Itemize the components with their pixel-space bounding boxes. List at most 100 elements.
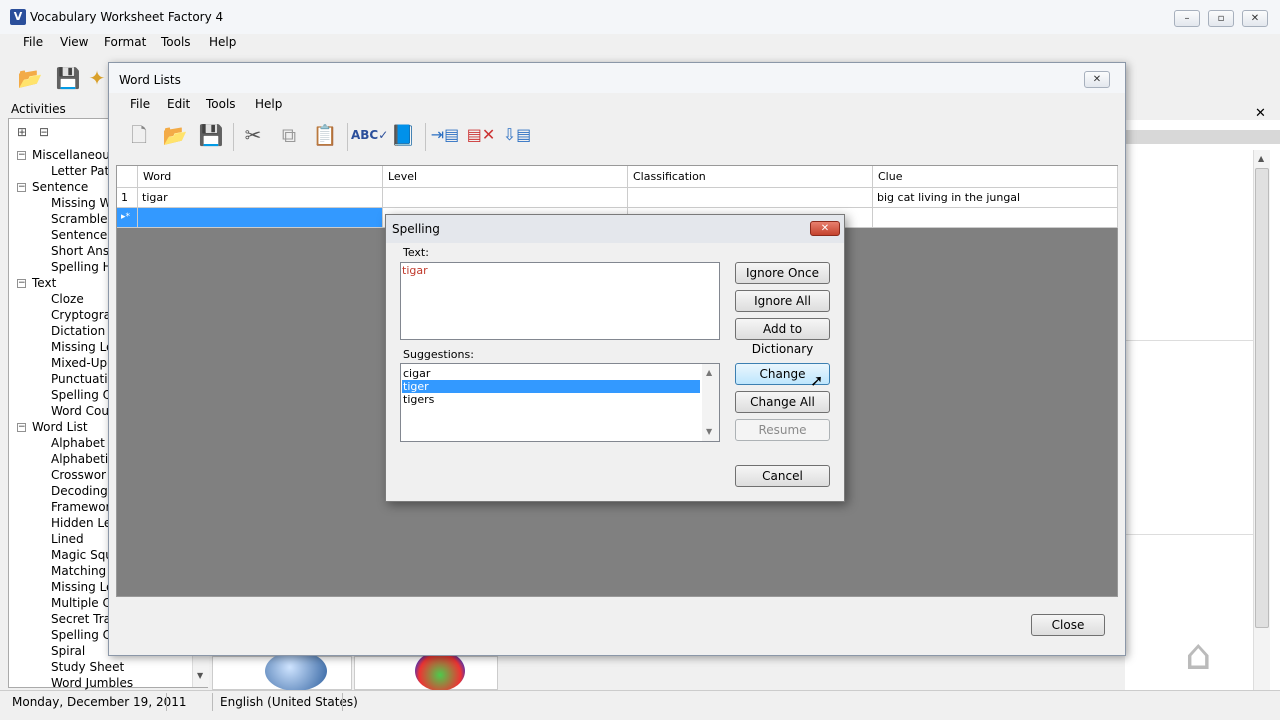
tree-activity[interactable]: Letter Pat: [51, 164, 109, 178]
cell-word[interactable]: tigar: [138, 188, 383, 208]
document-scrollbar[interactable]: ▲: [1253, 150, 1270, 690]
tree-activity[interactable]: Spelling C: [51, 628, 111, 642]
suggestion-item[interactable]: cigar: [402, 367, 700, 380]
people-icon[interactable]: [415, 651, 465, 691]
import-icon[interactable]: ⇩▤: [501, 119, 533, 151]
tree-activity[interactable]: Short Ans: [51, 244, 109, 258]
tree-activity[interactable]: Punctuatio: [51, 372, 115, 386]
suggestion-item-selected[interactable]: tiger: [402, 380, 700, 393]
tree-activity[interactable]: Crosswor: [51, 468, 106, 482]
suggestions-scrollbar[interactable]: ▲ ▼: [702, 364, 719, 441]
suggestions-list[interactable]: cigar tiger tigers ▲ ▼: [400, 363, 720, 442]
new-document-icon[interactable]: 🗋: [123, 119, 155, 151]
tree-activity[interactable]: Study Sheet: [51, 660, 124, 674]
scroll-up-icon[interactable]: ▲: [706, 368, 712, 377]
wand-icon[interactable]: ✦: [86, 62, 108, 94]
tree-activity[interactable]: Framewor: [51, 500, 110, 514]
tree-activity[interactable]: Cryptogra: [51, 308, 111, 322]
ignore-all-button[interactable]: Ignore All: [735, 290, 830, 312]
save-icon[interactable]: 💾: [195, 119, 227, 151]
tree-activity[interactable]: Alphabet S: [51, 436, 116, 450]
close-icon[interactable]: ✕: [1242, 10, 1268, 27]
ignore-once-button[interactable]: Ignore Once: [735, 262, 830, 284]
text-box[interactable]: tigar: [400, 262, 720, 340]
tree-activity[interactable]: Matching: [51, 564, 106, 578]
scroll-down-icon[interactable]: ▼: [197, 671, 203, 680]
globe-icon[interactable]: [265, 651, 327, 691]
menu-tools[interactable]: Tools: [161, 35, 191, 49]
tree-activity[interactable]: Spelling Q: [51, 388, 112, 402]
row-number[interactable]: 1: [117, 188, 138, 208]
paste-icon[interactable]: 📋: [309, 119, 341, 151]
tree-activity[interactable]: Scramble: [51, 212, 108, 226]
tree-category[interactable]: Miscellaneous: [32, 148, 116, 162]
scroll-thumb[interactable]: [1255, 168, 1269, 628]
tree-collapse-icon[interactable]: −: [17, 423, 26, 432]
tree-activity[interactable]: Spiral: [51, 644, 85, 658]
add-to-dictionary-button[interactable]: Add to Dictionary: [735, 318, 830, 356]
save-icon[interactable]: 💾: [52, 62, 84, 94]
tree-category[interactable]: Text: [32, 276, 56, 290]
new-cell-clue[interactable]: [873, 208, 1118, 228]
insert-row-icon[interactable]: ⇥▤: [429, 119, 461, 151]
column-header-word[interactable]: Word: [138, 166, 383, 188]
menu-format[interactable]: Format: [104, 35, 146, 49]
open-folder-icon[interactable]: 📂: [14, 62, 46, 94]
copy-icon[interactable]: ⧉: [273, 119, 305, 151]
tree-activity[interactable]: Word Cou: [51, 404, 109, 418]
tree-activity[interactable]: Multiple C: [51, 596, 111, 610]
menu-file[interactable]: File: [23, 35, 43, 49]
cancel-button[interactable]: Cancel: [735, 465, 830, 487]
close-button[interactable]: Close: [1031, 614, 1105, 636]
tree-activity[interactable]: Mixed-Up: [51, 356, 107, 370]
tree-activity[interactable]: Missing Le: [51, 340, 113, 354]
wl-menu-help[interactable]: Help: [255, 97, 282, 111]
tree-activity[interactable]: Secret Tra: [51, 612, 111, 626]
wl-menu-tools[interactable]: Tools: [206, 97, 236, 111]
tree-activity[interactable]: Decoding: [51, 484, 108, 498]
scroll-up-icon[interactable]: ▲: [1258, 154, 1264, 163]
column-header-clue[interactable]: Clue: [873, 166, 1118, 188]
tree-activity[interactable]: Word Jumbles: [51, 676, 133, 690]
expand-all-icon[interactable]: ⊞: [17, 125, 27, 139]
tree-collapse-icon[interactable]: −: [17, 183, 26, 192]
wl-menu-file[interactable]: File: [130, 97, 150, 111]
tree-activity[interactable]: Missing Le: [51, 580, 113, 594]
cut-icon[interactable]: ✂: [237, 119, 269, 151]
tree-activity[interactable]: Sentence: [51, 228, 107, 242]
scroll-down-icon[interactable]: ▼: [706, 427, 712, 436]
tree-collapse-icon[interactable]: −: [17, 151, 26, 160]
column-header-classification[interactable]: Classification: [628, 166, 873, 188]
new-cell-word[interactable]: [138, 208, 383, 228]
tree-category[interactable]: Sentence: [32, 180, 88, 194]
wl-menu-edit[interactable]: Edit: [167, 97, 190, 111]
close-pane-icon[interactable]: ✕: [1255, 106, 1266, 121]
spell-check-icon[interactable]: ABC✓: [351, 119, 388, 151]
cell-clue[interactable]: big cat living in the jungal: [873, 188, 1118, 208]
tree-collapse-icon[interactable]: −: [17, 279, 26, 288]
thesaurus-icon[interactable]: 📘: [387, 119, 419, 151]
tree-activity[interactable]: Dictation: [51, 324, 105, 338]
tree-activity[interactable]: Cloze: [51, 292, 84, 306]
close-icon[interactable]: ✕: [810, 221, 840, 236]
tree-activity[interactable]: Hidden Le: [51, 516, 111, 530]
minimize-icon[interactable]: –: [1174, 10, 1200, 27]
change-all-button[interactable]: Change All: [735, 391, 830, 413]
collapse-all-icon[interactable]: ⊟: [39, 125, 49, 139]
cell-classification[interactable]: [628, 188, 873, 208]
delete-row-icon[interactable]: ▤✕: [465, 119, 497, 151]
tree-activity[interactable]: Spelling H: [51, 260, 112, 274]
menu-help[interactable]: Help: [209, 35, 236, 49]
tree-activity[interactable]: Alphabetic: [51, 452, 115, 466]
tree-activity[interactable]: Missing W: [51, 196, 111, 210]
close-icon[interactable]: ✕: [1084, 71, 1110, 88]
tree-category[interactable]: Word List: [32, 420, 88, 434]
open-folder-icon[interactable]: 📂: [159, 119, 191, 151]
cell-level[interactable]: [383, 188, 628, 208]
tree-activity[interactable]: Lined: [51, 532, 84, 546]
tree-activity[interactable]: Magic Squ: [51, 548, 113, 562]
maximize-icon[interactable]: ▫: [1208, 10, 1234, 27]
column-header-level[interactable]: Level: [383, 166, 628, 188]
menu-view[interactable]: View: [60, 35, 88, 49]
resume-button[interactable]: Resume: [735, 419, 830, 441]
